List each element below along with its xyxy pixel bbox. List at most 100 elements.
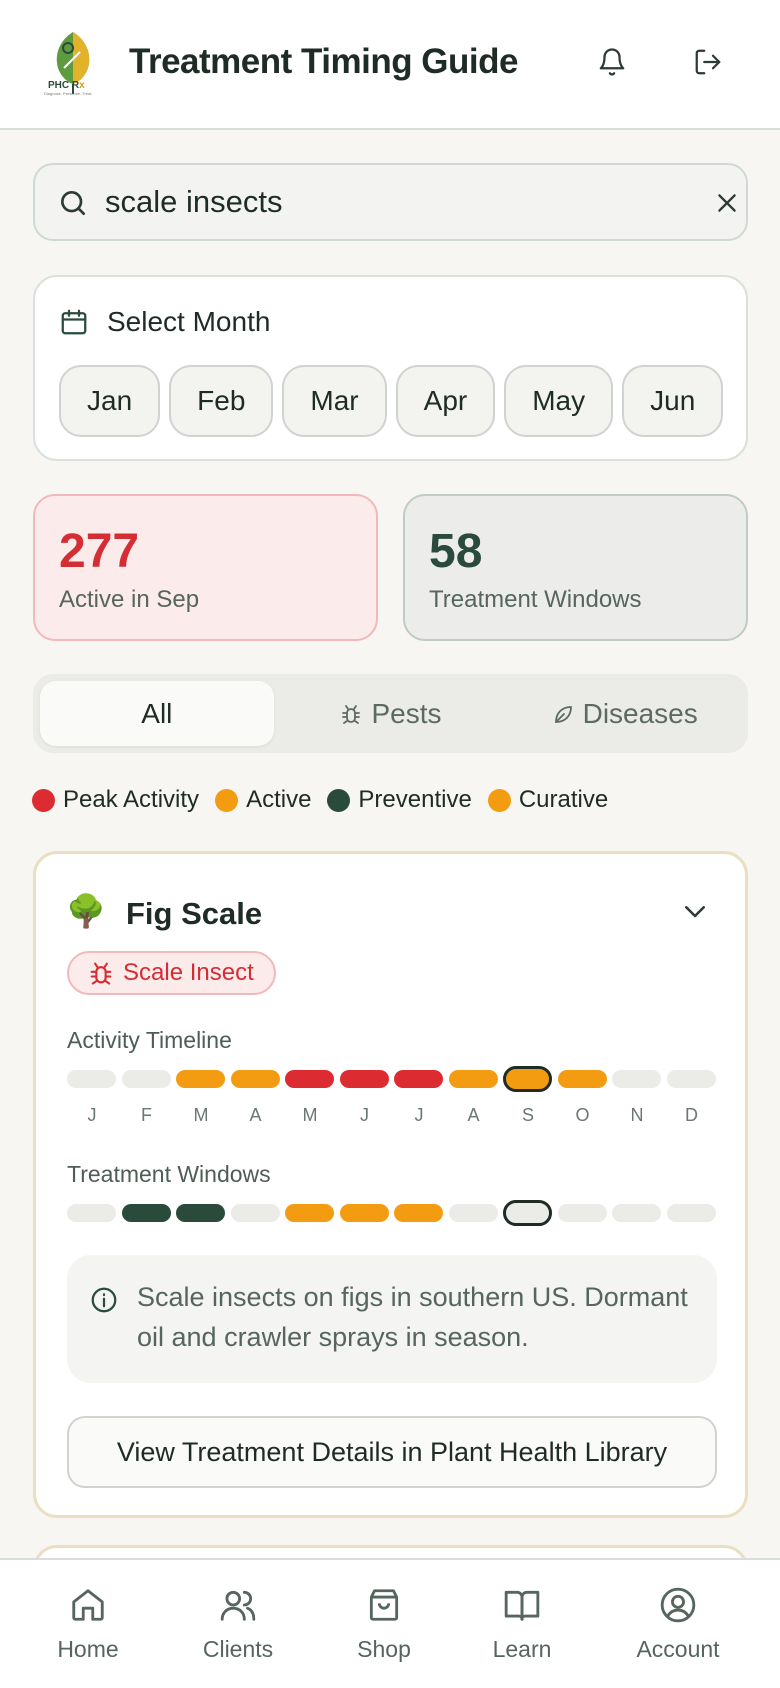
month-chip-feb[interactable]: Feb xyxy=(169,365,274,437)
month-letter: M xyxy=(193,1105,209,1125)
treatment-segment xyxy=(503,1200,552,1226)
tree-icon: 🌳 xyxy=(66,893,106,929)
info-text: Scale insects on figs in southern US. Do… xyxy=(137,1282,688,1352)
treatment-segment xyxy=(557,1204,607,1222)
treatment-segment xyxy=(612,1204,661,1222)
nav-account-label: Account xyxy=(636,1636,720,1662)
month-letter: O xyxy=(575,1105,590,1125)
active-count-value: 277 xyxy=(59,525,140,578)
activity-timeline xyxy=(67,1066,717,1092)
pest-card-title: Fig Scale xyxy=(126,896,263,931)
tab-pests[interactable]: Pests xyxy=(274,681,508,746)
legend-item: Preventive xyxy=(327,786,472,814)
nav-home[interactable]: Home xyxy=(23,1586,153,1663)
activity-segment xyxy=(67,1070,116,1088)
tab-all[interactable]: All xyxy=(40,681,274,746)
legend-dot xyxy=(32,788,55,812)
collapse-card-button[interactable] xyxy=(680,896,710,931)
month-list: JanFebMarAprMayJunJul xyxy=(59,365,726,437)
nav-clients[interactable]: Clients xyxy=(173,1586,303,1663)
treatment-windows-value: 58 xyxy=(429,525,483,578)
bug-icon xyxy=(90,962,112,985)
users-icon xyxy=(220,1590,256,1621)
treatment-windows-section-label: Treatment Windows xyxy=(67,1161,271,1187)
month-letter: J xyxy=(360,1105,369,1125)
treatment-windows-label: Treatment Windows xyxy=(429,586,642,613)
month-chip-apr[interactable]: Apr xyxy=(395,365,496,437)
clear-search-button[interactable] xyxy=(711,187,743,219)
legend-item: Peak Activity xyxy=(32,786,199,814)
account-icon xyxy=(660,1587,696,1623)
month-letter: F xyxy=(141,1105,152,1125)
tab-diseases[interactable]: Diseases xyxy=(507,681,741,746)
search-input[interactable] xyxy=(105,179,665,225)
treatment-segment xyxy=(121,1204,171,1222)
month-letter: S xyxy=(521,1105,534,1125)
shopping-bag-icon xyxy=(369,1589,399,1621)
logo-tagline: Diagnose. Prescribe. Treat. xyxy=(44,91,93,96)
activity-segment xyxy=(612,1070,661,1088)
month-letter: A xyxy=(467,1105,480,1125)
bell-icon xyxy=(599,48,625,76)
activity-segment xyxy=(448,1070,498,1088)
legend-item: Active xyxy=(215,786,311,814)
close-icon xyxy=(718,194,736,212)
logout-button[interactable] xyxy=(690,44,726,80)
legend-item: Curative xyxy=(487,786,608,814)
nav-shop[interactable]: Shop xyxy=(319,1586,449,1663)
treatment-segment xyxy=(448,1204,498,1222)
treatment-segment xyxy=(339,1204,389,1222)
activity-segment xyxy=(121,1070,171,1088)
treatment-windows-card: 58 Treatment Windows xyxy=(403,494,748,641)
nav-account[interactable]: Account xyxy=(613,1586,743,1663)
filter-tabs: All Pests Diseases xyxy=(33,674,748,753)
legend-label: Active xyxy=(246,786,312,813)
month-letter: D xyxy=(685,1105,698,1125)
search-icon xyxy=(61,191,85,215)
month-chip-jan[interactable]: Jan xyxy=(59,365,161,437)
treatment-segment xyxy=(230,1204,280,1222)
leaf-icon xyxy=(554,705,572,723)
info-icon xyxy=(91,1287,117,1313)
month-picker-title: Select Month xyxy=(107,306,271,337)
logo-text: PHC Rx xyxy=(48,80,85,91)
pest-card: 🌳 Fig Scale Scale Insect Activity Timeli… xyxy=(33,851,748,1518)
treatment-segment xyxy=(285,1204,334,1222)
chevron-down-icon xyxy=(685,906,705,918)
activity-segment xyxy=(339,1070,389,1088)
app-header: PHC Rx Diagnose. Prescribe. Treat. Treat… xyxy=(0,0,780,130)
month-letter: J xyxy=(414,1105,424,1125)
treatment-segment xyxy=(666,1204,716,1222)
activity-segment xyxy=(176,1070,225,1088)
tab-diseases-label: Diseases xyxy=(582,697,698,729)
nav-learn-label: Learn xyxy=(492,1636,552,1662)
month-letter: N xyxy=(630,1105,644,1125)
month-picker: Select Month JanFebMarAprMayJunJul xyxy=(33,275,748,461)
home-icon xyxy=(72,1589,104,1621)
legend-label: Peak Activity xyxy=(63,786,200,813)
month-letter: J xyxy=(87,1105,97,1125)
tab-pests-label: Pests xyxy=(371,697,442,729)
nav-learn[interactable]: Learn xyxy=(457,1586,587,1663)
treatment-timeline xyxy=(67,1200,717,1226)
bug-icon xyxy=(342,704,361,724)
month-chip-jun[interactable]: Jun xyxy=(622,365,724,437)
activity-segment xyxy=(557,1070,607,1088)
legend-dot xyxy=(215,788,239,812)
search-bar xyxy=(33,163,748,241)
activity-segment xyxy=(230,1070,280,1088)
month-chip-may[interactable]: May xyxy=(504,365,614,437)
nav-shop-label: Shop xyxy=(357,1636,411,1662)
bottom-navigation: Home Clients Shop Learn Account xyxy=(0,1558,780,1688)
nav-clients-label: Clients xyxy=(202,1636,274,1662)
activity-timeline-label: Activity Timeline xyxy=(67,1027,232,1053)
notifications-button[interactable] xyxy=(594,44,630,80)
book-icon xyxy=(504,1590,540,1621)
legend-dot xyxy=(327,788,351,812)
treatment-segment xyxy=(67,1204,116,1222)
month-chip-mar[interactable]: Mar xyxy=(282,365,387,437)
tab-all-label: All xyxy=(141,697,173,729)
activity-segment xyxy=(285,1070,334,1088)
view-treatment-details-button[interactable]: View Treatment Details in Plant Health L… xyxy=(67,1416,717,1488)
info-box: Scale insects on figs in southern US. Do… xyxy=(67,1255,717,1383)
